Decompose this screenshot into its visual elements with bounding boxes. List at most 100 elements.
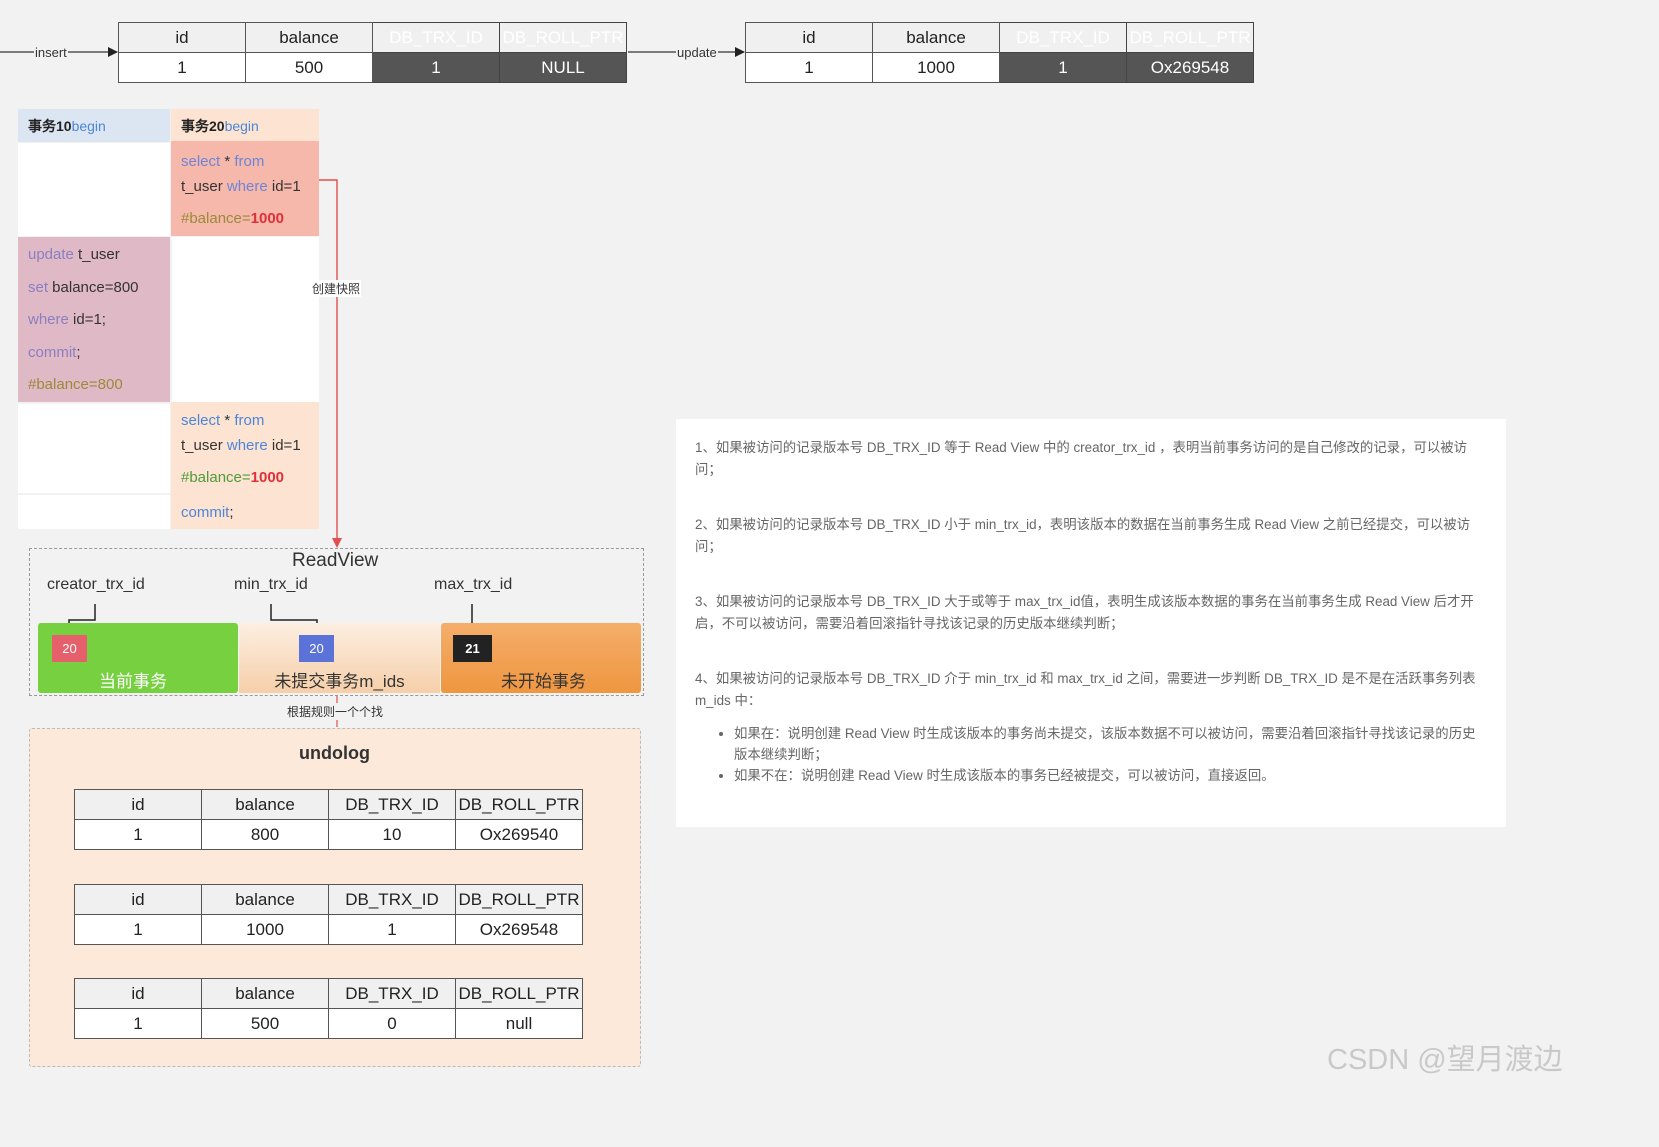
select-star: *	[220, 153, 235, 170]
badge-creator: 20	[52, 635, 87, 662]
kw-select: select	[181, 153, 221, 170]
update-cond: id=1;	[68, 311, 106, 328]
col-balance: balance	[245, 22, 373, 53]
col-db-trx-id: DB_TRX_ID	[999, 22, 1127, 53]
rule-2: 2、如果被访问的记录版本号 DB_TRX_ID 小于 min_trx_id，表明…	[695, 517, 1471, 554]
cell-balance: 500	[245, 52, 373, 83]
rule-4-bullet-in: 如果在：说明创建 Read View 时生成该版本的事务尚未提交，该版本数据不可…	[734, 723, 1486, 765]
cell-id: 1	[745, 52, 873, 83]
update-table: t_user	[73, 246, 120, 263]
col-db-trx-id: DB_TRX_ID	[372, 22, 500, 53]
kw-from: from	[234, 153, 265, 170]
cell-id: 1	[74, 914, 202, 945]
tx20-select-2: select * from t_user where id=1 #balance…	[171, 402, 319, 529]
badge-max: 21	[453, 635, 492, 662]
col-db-trx-id: DB_TRX_ID	[328, 884, 456, 915]
cell-db-roll-ptr: Ox269548	[1126, 52, 1254, 83]
cell-db-trx-id: 1	[372, 52, 500, 83]
readview-title: ReadView	[292, 550, 379, 571]
label-not-started-tx: 未开始事务	[501, 672, 586, 691]
undo-record-3: id balance DB_TRX_ID DB_ROLL_PTR 1 500 0…	[74, 978, 583, 1039]
snapshot-label: 创建快照	[311, 280, 362, 297]
col-id: id	[745, 22, 873, 53]
col-id: id	[118, 22, 246, 53]
kw-set: set	[28, 279, 49, 296]
creator-trx-id-label: creator_trx_id	[47, 576, 145, 593]
undolog-title: undolog	[299, 743, 370, 763]
cell-db-trx-id: 1	[328, 914, 456, 945]
cell-balance: 800	[201, 819, 329, 850]
tx10-header: 事务10begin	[18, 109, 170, 142]
update-label: update	[676, 45, 718, 60]
col-balance: balance	[201, 884, 329, 915]
balance-comment-value: 1000	[250, 210, 285, 227]
kw-where: where	[226, 437, 268, 454]
cell-balance: 1000	[872, 52, 1000, 83]
kw-commit: commit	[181, 504, 230, 521]
col-db-trx-id: DB_TRX_ID	[328, 789, 456, 820]
balance-comment-value: 1000	[250, 469, 285, 486]
col-id: id	[74, 789, 202, 820]
balance-comment-prefix: #balance=	[181, 469, 251, 486]
kw-where: where	[226, 178, 268, 195]
col-balance: balance	[872, 22, 1000, 53]
col-balance: balance	[201, 789, 329, 820]
record-after-insert: id balance DB_TRX_ID DB_ROLL_PTR 1 500 1…	[118, 22, 627, 83]
record-after-update: id balance DB_TRX_ID DB_ROLL_PTR 1 1000 …	[745, 22, 1254, 83]
badge-min: 20	[299, 635, 334, 662]
kw-from: from	[234, 412, 265, 429]
snapshot-arrow-head	[332, 538, 342, 548]
cell-id: 1	[74, 819, 202, 850]
label-current-tx: 当前事务	[99, 672, 167, 691]
col-db-trx-id: DB_TRX_ID	[328, 978, 456, 1009]
tx10-title: 事务10	[28, 118, 72, 134]
cell-id: 1	[118, 52, 246, 83]
col-db-roll-ptr: DB_ROLL_PTR	[499, 22, 627, 53]
cell-db-trx-id: 1	[999, 52, 1127, 83]
watermark: CSDN @望月渡边	[1327, 1044, 1563, 1076]
select-table: t_user	[181, 178, 227, 195]
rule-4: 4、如果被访问的记录版本号 DB_TRX_ID 介于 min_trx_id 和 …	[695, 671, 1476, 708]
cell-db-trx-id: 10	[328, 819, 456, 850]
kw-select: select	[181, 412, 221, 429]
max-trx-id-label: max_trx_id	[434, 576, 513, 593]
kw-commit: commit	[28, 344, 77, 361]
cell-db-roll-ptr: Ox269548	[455, 914, 583, 945]
select-cond: id=1	[267, 178, 301, 195]
insert-label: insert	[34, 45, 68, 60]
tx20-begin: begin	[224, 118, 259, 134]
col-id: id	[74, 884, 202, 915]
rule-3: 3、如果被访问的记录版本号 DB_TRX_ID 大于或等于 max_trx_id…	[695, 594, 1474, 631]
cell-db-roll-ptr: NULL	[499, 52, 627, 83]
cell-balance: 1000	[201, 914, 329, 945]
visibility-rules-panel: 1、如果被访问的记录版本号 DB_TRX_ID 等于 Read View 中的 …	[676, 419, 1506, 827]
cell-balance: 500	[201, 1008, 329, 1039]
snapshot-arrow	[319, 179, 338, 546]
rule-1: 1、如果被访问的记录版本号 DB_TRX_ID 等于 Read View 中的 …	[695, 440, 1468, 477]
tx10-empty-3	[18, 495, 170, 529]
cell-db-roll-ptr: Ox269540	[455, 819, 583, 850]
rule-4-bullet-not-in: 如果不在：说明创建 Read View 时生成该版本的事务已经被提交，可以被访问…	[734, 765, 1486, 786]
select-table: t_user	[181, 437, 227, 454]
select-star: *	[220, 412, 235, 429]
cell-db-trx-id: 0	[328, 1008, 456, 1039]
tx20-empty	[172, 237, 319, 402]
col-id: id	[74, 978, 202, 1009]
cell-id: 1	[74, 1008, 202, 1039]
col-db-roll-ptr: DB_ROLL_PTR	[455, 978, 583, 1009]
kw-where: where	[28, 311, 69, 328]
rule-4-bullets: 如果在：说明创建 Read View 时生成该版本的事务尚未提交，该版本数据不可…	[695, 723, 1486, 786]
tx20-select-1: select * from t_user where id=1 #balance…	[171, 141, 319, 236]
update-comment: #balance=800	[28, 376, 123, 393]
undo-record-2: id balance DB_TRX_ID DB_ROLL_PTR 1 1000 …	[74, 884, 583, 945]
set-clause: balance=800	[48, 279, 139, 296]
tx20-header: 事务20begin	[171, 109, 319, 142]
undo-record-1: id balance DB_TRX_ID DB_ROLL_PTR 1 800 1…	[74, 789, 583, 850]
col-db-roll-ptr: DB_ROLL_PTR	[455, 884, 583, 915]
search-rule-label: 根据规则一个个找	[286, 703, 385, 720]
tx10-empty-2	[18, 404, 170, 493]
col-db-roll-ptr: DB_ROLL_PTR	[1126, 22, 1254, 53]
select-cond: id=1	[267, 437, 301, 454]
col-db-roll-ptr: DB_ROLL_PTR	[455, 789, 583, 820]
cell-db-roll-ptr: null	[455, 1008, 583, 1039]
